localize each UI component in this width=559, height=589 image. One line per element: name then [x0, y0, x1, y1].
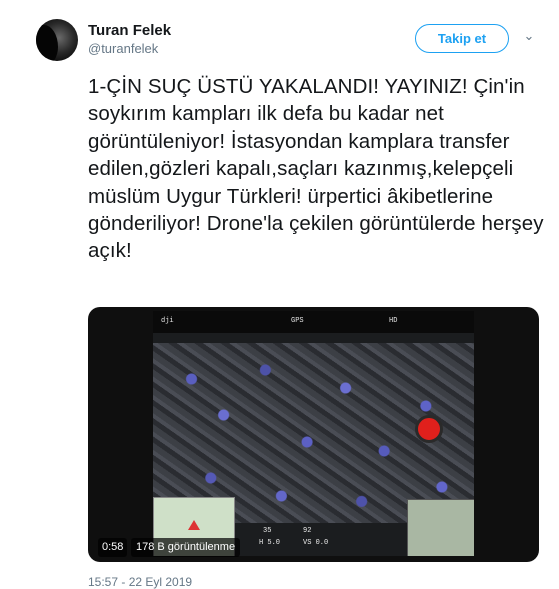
- author-handle[interactable]: @turanfelek: [88, 41, 158, 56]
- hud-v-label: VS 0.0: [303, 539, 329, 547]
- record-icon: [415, 415, 443, 443]
- view-count: 178 B görüntülenme: [131, 538, 241, 557]
- author-name[interactable]: Turan Felek: [88, 22, 171, 39]
- chevron-down-icon[interactable]: ⌄: [520, 27, 538, 45]
- hud-brand: dji: [161, 317, 174, 325]
- drone-hud-top: dji GPS HD: [153, 311, 474, 333]
- camera-view: [407, 499, 474, 556]
- hud-gps: GPS: [291, 317, 304, 325]
- aircraft-icon: [188, 520, 200, 530]
- video-frame: dji GPS HD 35 92 H 5.0 VS 0.0: [153, 311, 474, 556]
- tweet-timestamp[interactable]: 15:57 - 22 Eyl 2019: [88, 575, 192, 589]
- hud-d-value: 92: [303, 527, 312, 535]
- avatar-hair: [36, 25, 58, 61]
- hud-h-value: 35: [263, 527, 272, 535]
- avatar[interactable]: [36, 19, 78, 61]
- video-duration: 0:58: [98, 538, 128, 557]
- drone-hud-bottom: 35 92 H 5.0 VS 0.0: [243, 525, 393, 555]
- tweet-text: 1-ÇİN SUÇ ÜSTÜ YAKALANDI! YAYINIZ! Çin'i…: [88, 75, 544, 263]
- hud-hd: HD: [389, 317, 398, 325]
- hud-h-label: H 5.0: [259, 539, 281, 547]
- follow-button[interactable]: Takip et: [415, 24, 509, 53]
- video-player[interactable]: dji GPS HD 35 92 H 5.0 VS 0.0: [88, 307, 539, 562]
